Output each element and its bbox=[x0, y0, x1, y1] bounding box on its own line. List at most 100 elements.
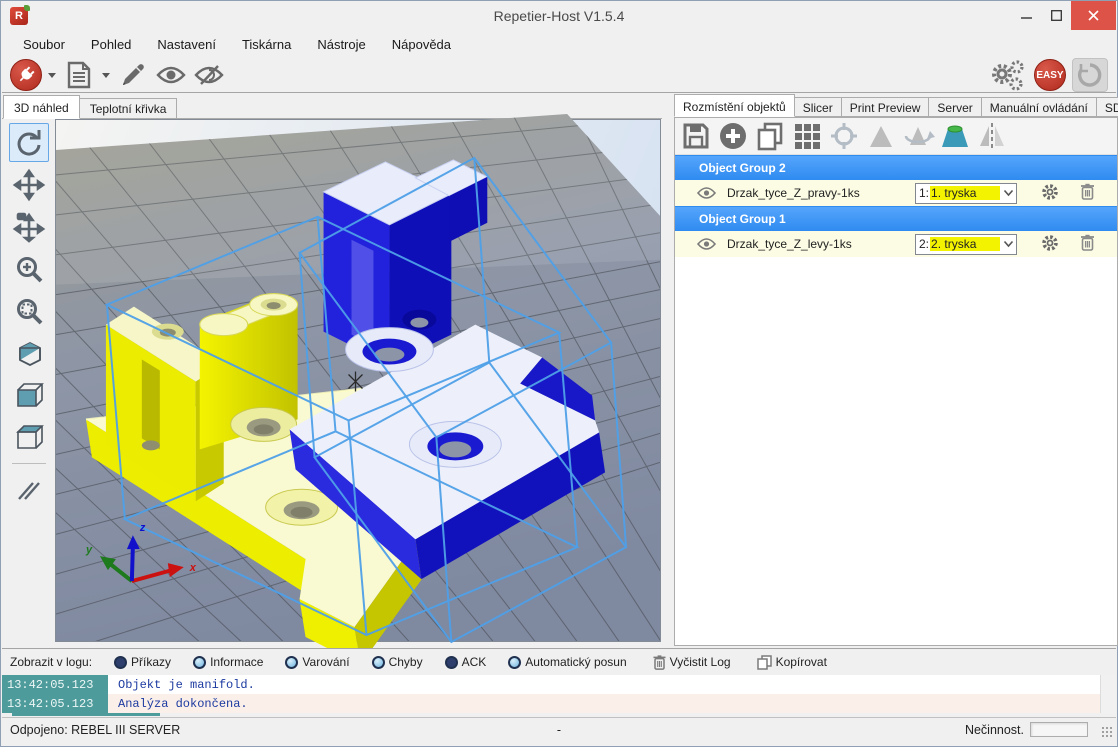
object-row[interactable]: Drzak_tyce_Z_pravy-1ks 1: 1. tryska bbox=[675, 180, 1117, 206]
menu-bar: Soubor Pohled Nastavení Tiskárna Nástroj… bbox=[2, 31, 1116, 58]
toggle-autoscroll[interactable]: Automatický posun bbox=[508, 655, 626, 669]
move-object-icon bbox=[15, 213, 43, 241]
scale-object-button[interactable] bbox=[866, 121, 896, 151]
menu-soubor[interactable]: Soubor bbox=[10, 33, 78, 56]
move-object-button[interactable] bbox=[9, 207, 49, 246]
load-button[interactable] bbox=[62, 58, 96, 92]
rotate-view-button[interactable] bbox=[9, 123, 49, 162]
chevron-down-icon bbox=[1000, 190, 1016, 196]
log-filter-bar: Zobrazit v logu: Příkazy Informace Varov… bbox=[2, 648, 1116, 675]
maximize-button[interactable] bbox=[1041, 1, 1071, 30]
main-toolbar: EASY bbox=[2, 58, 1116, 93]
copy-icon bbox=[756, 122, 784, 150]
cut-object-button[interactable] bbox=[940, 121, 970, 151]
toggle-info[interactable]: Informace bbox=[193, 655, 263, 669]
menu-nastaveni[interactable]: Nastavení bbox=[144, 33, 229, 56]
show-filament-button[interactable] bbox=[154, 58, 188, 92]
close-button[interactable] bbox=[1071, 1, 1116, 30]
toggle-warnings[interactable]: Varování bbox=[285, 655, 349, 669]
extruder-select[interactable]: 2: 2. tryska bbox=[915, 234, 1017, 255]
menu-tiskarna[interactable]: Tiskárna bbox=[229, 33, 304, 56]
tab-object-placement[interactable]: Rozmístění objektů bbox=[674, 94, 795, 117]
log-scrollbar[interactable] bbox=[1100, 675, 1116, 713]
auto-arrange-button[interactable] bbox=[792, 121, 822, 151]
easy-mode-button[interactable]: EASY bbox=[1034, 59, 1066, 91]
edit-button[interactable] bbox=[116, 58, 150, 92]
minimize-button[interactable] bbox=[1011, 1, 1041, 30]
resize-grip[interactable] bbox=[1101, 726, 1113, 738]
tab-3d-preview[interactable]: 3D náhled bbox=[3, 95, 80, 119]
log-timestamp: 13:42:05.123 bbox=[2, 675, 108, 694]
object-group-header[interactable]: Object Group 1 bbox=[675, 206, 1117, 231]
toggle-indicator bbox=[193, 656, 206, 669]
pan-view-button[interactable] bbox=[9, 165, 49, 204]
axis-x-label: x bbox=[189, 562, 197, 574]
3d-view-panel: x y z bbox=[2, 118, 662, 642]
visibility-toggle[interactable] bbox=[695, 187, 717, 199]
zoom-fit-button[interactable] bbox=[9, 291, 49, 330]
menu-nastroje[interactable]: Nástroje bbox=[304, 33, 378, 56]
object-row[interactable]: Drzak_tyce_Z_levy-1ks 2: 2. tryska bbox=[675, 231, 1117, 257]
visibility-toggle[interactable] bbox=[695, 238, 717, 250]
toggle-label: Informace bbox=[210, 655, 263, 669]
object-settings-button[interactable] bbox=[1041, 234, 1059, 255]
app-icon: R bbox=[10, 7, 28, 25]
3d-viewport[interactable]: x y z bbox=[55, 119, 661, 642]
log-entry: 13:42:05.123 Objekt je manifold. bbox=[2, 675, 1116, 694]
axis-y-label: y bbox=[85, 544, 93, 556]
hide-travel-button[interactable] bbox=[192, 58, 226, 92]
object-group-header[interactable]: Object Group 2 bbox=[675, 155, 1117, 180]
save-button[interactable] bbox=[681, 121, 711, 151]
front-view-button[interactable] bbox=[9, 375, 49, 414]
zoom-fit-icon bbox=[15, 297, 43, 325]
toggle-errors[interactable]: Chyby bbox=[372, 655, 423, 669]
zoom-in-button[interactable] bbox=[9, 249, 49, 288]
connect-button[interactable] bbox=[10, 59, 42, 91]
tab-sd-card[interactable]: SD karta bbox=[1096, 97, 1118, 117]
tab-print-preview[interactable]: Print Preview bbox=[841, 97, 930, 117]
log-view[interactable]: 13:42:05.123 Objekt je manifold. 13:42:0… bbox=[2, 675, 1116, 713]
settings-button[interactable] bbox=[988, 58, 1028, 92]
parallel-projection-icon bbox=[15, 477, 43, 505]
toggle-ack[interactable]: ACK bbox=[445, 655, 487, 669]
window-title: Repetier-Host V1.5.4 bbox=[1, 8, 1117, 24]
copy-object-button[interactable] bbox=[755, 121, 785, 151]
scale-icon bbox=[868, 123, 894, 149]
vertical-splitter[interactable] bbox=[662, 94, 674, 646]
eye-icon bbox=[697, 187, 716, 199]
top-view-button[interactable] bbox=[9, 417, 49, 456]
pan-icon bbox=[15, 171, 43, 199]
tab-slicer[interactable]: Slicer bbox=[794, 97, 842, 117]
status-bar: Odpojeno: REBEL III SERVER - Nečinnost. bbox=[2, 717, 1116, 741]
rotate-object-button[interactable] bbox=[903, 121, 933, 151]
tab-temperature-curve[interactable]: Teplotní křivka bbox=[79, 98, 178, 119]
add-object-button[interactable] bbox=[718, 121, 748, 151]
delete-object-button[interactable] bbox=[1080, 183, 1095, 203]
menu-napoveda[interactable]: Nápověda bbox=[379, 33, 464, 56]
right-tab-strip: Rozmístění objektů Slicer Print Preview … bbox=[674, 94, 1118, 117]
trash-icon bbox=[1080, 183, 1095, 200]
center-object-button[interactable] bbox=[829, 121, 859, 151]
emergency-stop-icon bbox=[1077, 62, 1103, 88]
tab-server[interactable]: Server bbox=[928, 97, 981, 117]
trash-icon bbox=[653, 655, 666, 670]
extruder-select[interactable]: 1: 1. tryska bbox=[915, 183, 1017, 204]
toggle-commands[interactable]: Příkazy bbox=[114, 655, 171, 669]
connect-dropdown-arrow[interactable] bbox=[48, 73, 56, 78]
copy-log-button[interactable]: Kopírovat bbox=[757, 655, 827, 670]
menu-pohled[interactable]: Pohled bbox=[78, 33, 144, 56]
parallel-projection-button[interactable] bbox=[9, 471, 49, 510]
object-name: Drzak_tyce_Z_levy-1ks bbox=[727, 237, 852, 251]
object-settings-button[interactable] bbox=[1041, 183, 1059, 204]
isometric-view-button[interactable] bbox=[9, 333, 49, 372]
load-dropdown-arrow[interactable] bbox=[102, 73, 110, 78]
pencil-icon bbox=[120, 62, 146, 88]
tab-manual-control[interactable]: Manuální ovládání bbox=[981, 97, 1097, 117]
delete-object-button[interactable] bbox=[1080, 234, 1095, 254]
gear-icon bbox=[1041, 234, 1059, 252]
save-icon bbox=[683, 123, 709, 149]
clear-log-button[interactable]: Vyčistit Log bbox=[653, 655, 731, 670]
toggle-label: Varování bbox=[302, 655, 349, 669]
mirror-object-button[interactable] bbox=[977, 121, 1007, 151]
emergency-stop-button[interactable] bbox=[1072, 58, 1108, 92]
